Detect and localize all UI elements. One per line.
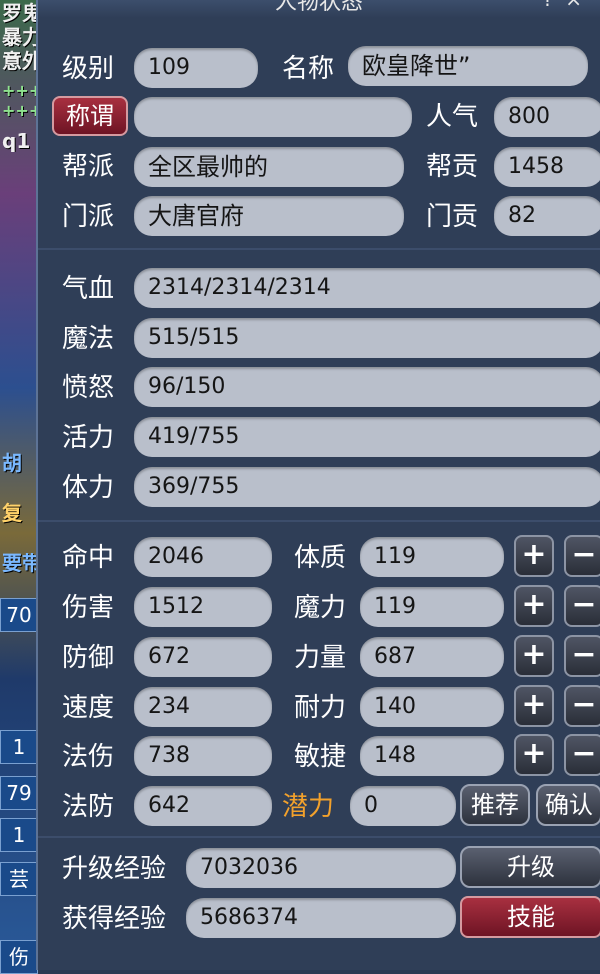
vigor-field: 419/755 — [134, 417, 600, 457]
strength-minus-button[interactable]: − — [564, 635, 600, 677]
divider — [38, 836, 600, 838]
agility-label: 敏捷 — [294, 742, 347, 772]
school-label: 门派 — [62, 202, 115, 232]
school-contribution-label: 门贡 — [426, 202, 479, 232]
divider — [38, 520, 600, 522]
divider — [38, 248, 600, 250]
level-label: 级别 — [62, 54, 115, 84]
popularity-label: 人气 — [426, 102, 479, 132]
strip-slot: 伤 — [0, 940, 38, 974]
hp-field: 2314/2314/2314 — [134, 268, 600, 308]
title-button[interactable]: 称谓 — [52, 96, 128, 136]
mp-label: 魔法 — [62, 324, 115, 354]
defense-field: 672 — [134, 637, 272, 677]
strip-slot: 70 — [0, 598, 38, 632]
speed-field: 234 — [134, 687, 272, 727]
constitution-plus-button[interactable]: + — [514, 535, 554, 577]
strip-text: 要带 — [2, 552, 38, 574]
hit-field: 2046 — [134, 537, 272, 577]
damage-field: 1512 — [134, 587, 272, 627]
speed-label: 速度 — [62, 693, 115, 723]
strip-text: +++ — [2, 81, 38, 100]
rage-field: 96/150 — [134, 367, 600, 407]
endurance-label: 耐力 — [294, 693, 347, 723]
level-field: 109 — [134, 48, 258, 88]
spell-defense-field: 642 — [134, 786, 272, 826]
confirm-button[interactable]: 确认 — [536, 784, 600, 826]
strength-plus-button[interactable]: + — [514, 635, 554, 677]
constitution-label: 体质 — [294, 543, 347, 573]
strip-text: 意外 — [2, 50, 38, 72]
damage-label: 伤害 — [62, 593, 115, 623]
constitution-minus-button[interactable]: − — [564, 535, 600, 577]
name-field: 欧皇降世” — [348, 46, 588, 86]
recommend-button[interactable]: 推荐 — [460, 784, 530, 826]
agility-field: 148 — [360, 736, 504, 776]
strip-text: 胡 — [2, 452, 22, 474]
strip-text: +++ — [2, 101, 38, 120]
gained-exp-field: 5686374 — [186, 898, 456, 938]
level-up-button[interactable]: 升级 — [460, 846, 600, 888]
mp-field: 515/515 — [134, 318, 600, 358]
magic-power-plus-button[interactable]: + — [514, 585, 554, 627]
strength-field: 687 — [360, 637, 504, 677]
strip-slot: 1 — [0, 730, 38, 764]
strip-slot: 1 — [0, 818, 38, 852]
spell-damage-label: 法伤 — [62, 742, 115, 772]
school-contribution-field: 82 — [494, 196, 600, 236]
constitution-field: 119 — [360, 537, 504, 577]
upgrade-exp-label: 升级经验 — [62, 854, 167, 884]
strip-text: q1 — [2, 130, 31, 152]
name-label: 名称 — [282, 54, 335, 84]
guild-contribution-field: 1458 — [494, 147, 600, 187]
strip-text: 罗鬼 — [2, 2, 38, 24]
magic-power-minus-button[interactable]: − — [564, 585, 600, 627]
guild-field: 全区最帅的 — [134, 147, 404, 187]
window-title: 人物状态 — [274, 0, 363, 15]
gained-exp-label: 获得经验 — [62, 904, 167, 934]
endurance-plus-button[interactable]: + — [514, 685, 554, 727]
title-bar: 人物状态 ?× — [38, 0, 600, 18]
strip-text: 暴力 — [2, 26, 38, 48]
vigor-label: 活力 — [62, 423, 115, 453]
stamina-label: 体力 — [62, 473, 115, 503]
stamina-field: 369/755 — [134, 467, 600, 507]
help-icon[interactable]: ? — [543, 0, 566, 11]
title-field — [134, 97, 412, 137]
hp-label: 气血 — [62, 274, 115, 304]
defense-label: 防御 — [62, 643, 115, 673]
school-field: 大唐官府 — [134, 196, 404, 236]
potential-field: 0 — [350, 786, 456, 826]
character-status-panel: 人物状态 ?× 级别 109 名称 欧皇降世” 称谓 人气 800 帮派 全区最… — [36, 0, 600, 970]
strip-slot: 79 — [0, 776, 38, 810]
agility-minus-button[interactable]: − — [564, 734, 600, 776]
strength-label: 力量 — [294, 643, 347, 673]
strip-text: 复 — [2, 502, 22, 524]
guild-label: 帮派 — [62, 152, 115, 182]
close-icon[interactable]: × — [565, 0, 594, 11]
magic-power-label: 魔力 — [294, 593, 347, 623]
rage-label: 愤怒 — [62, 373, 115, 403]
popularity-field: 800 — [494, 97, 600, 137]
spell-damage-field: 738 — [134, 736, 272, 776]
endurance-field: 140 — [360, 687, 504, 727]
agility-plus-button[interactable]: + — [514, 734, 554, 776]
endurance-minus-button[interactable]: − — [564, 685, 600, 727]
hit-label: 命中 — [62, 543, 115, 573]
potential-label: 潜力 — [282, 792, 335, 822]
background-scene-strip: 罗鬼 暴力 意外 +++ +++ q1 胡 复 要带 70 1 79 1 芸 伤 — [0, 0, 40, 974]
strip-slot: 芸 — [0, 862, 38, 896]
upgrade-exp-field: 7032036 — [186, 848, 456, 888]
spell-defense-label: 法防 — [62, 792, 115, 822]
guild-contribution-label: 帮贡 — [426, 152, 479, 182]
skills-button[interactable]: 技能 — [460, 896, 600, 938]
window-controls: ?× — [543, 0, 594, 9]
magic-power-field: 119 — [360, 587, 504, 627]
